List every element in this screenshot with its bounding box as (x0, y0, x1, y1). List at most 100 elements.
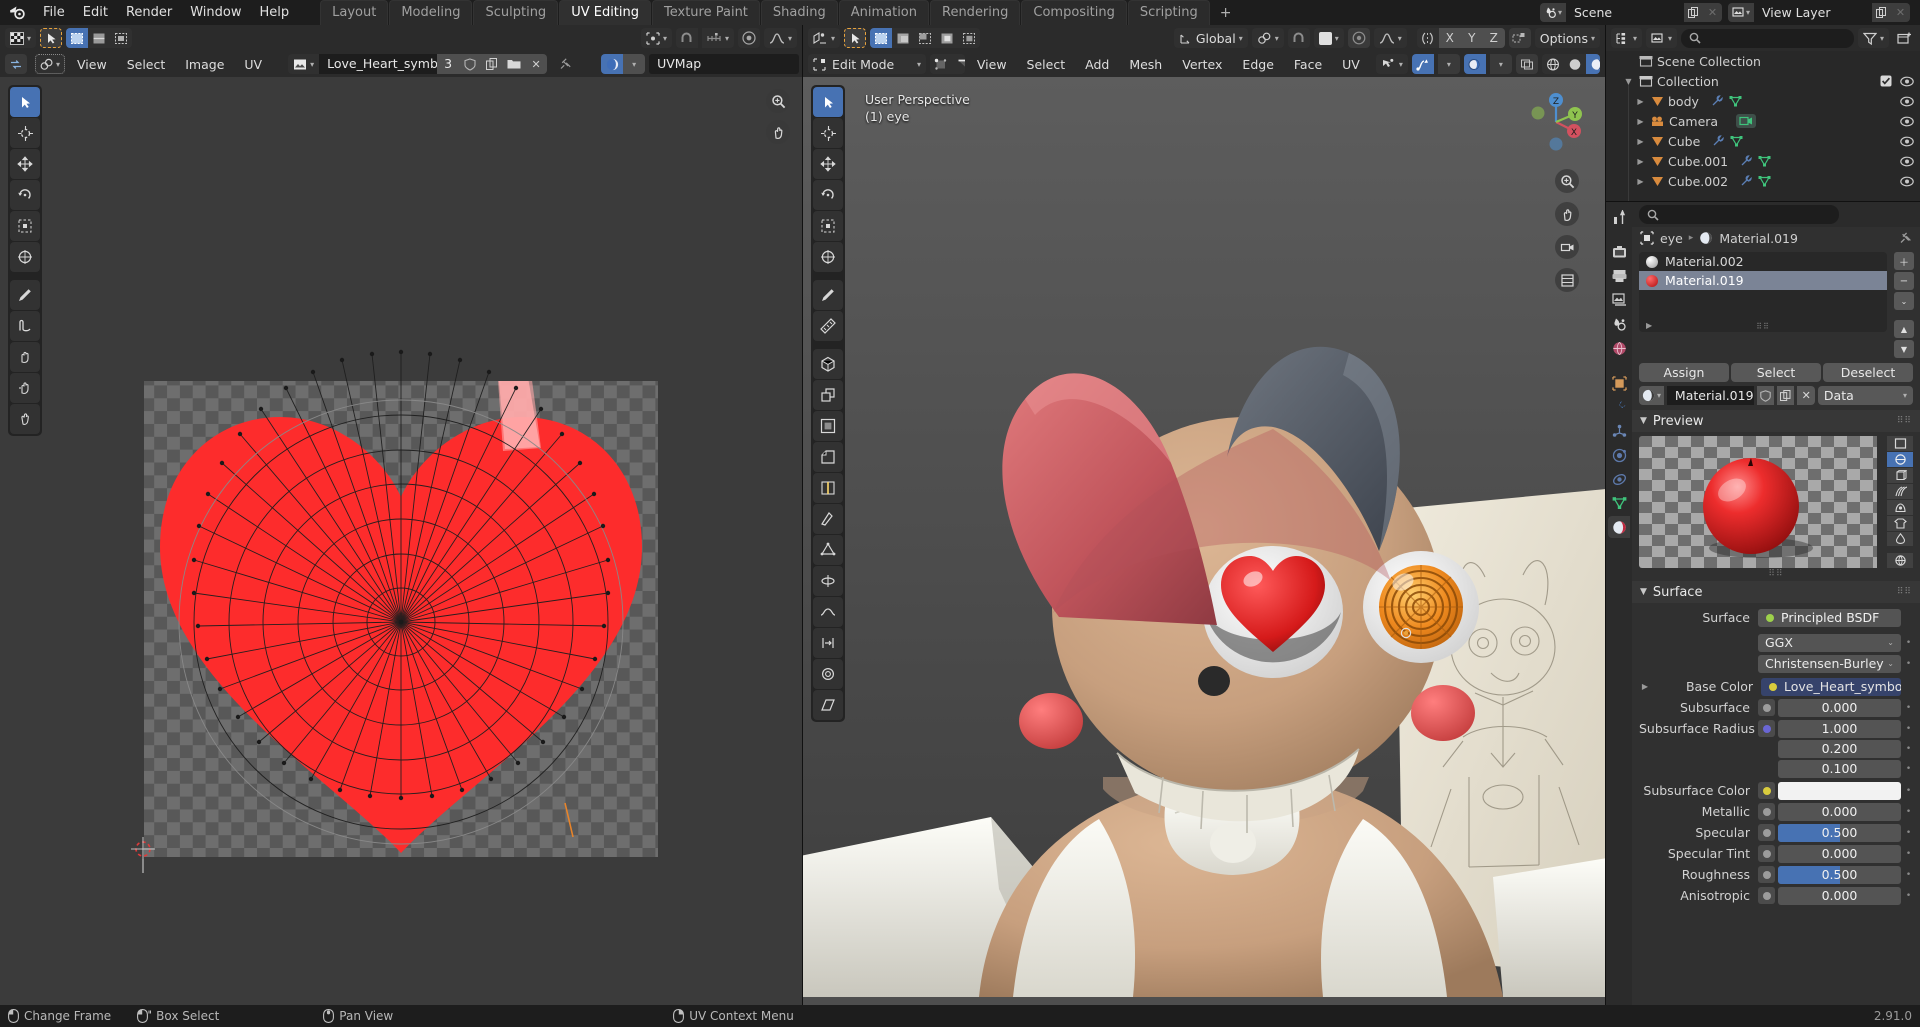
outliner-row-cube-001[interactable]: ▶ Cube.001 (1606, 151, 1920, 171)
zoom-region-icon[interactable] (766, 89, 790, 113)
slot-specials-expand-icon[interactable]: ▶ (1646, 321, 1652, 330)
menu-render[interactable]: Render (117, 3, 181, 22)
new-view-layer-button[interactable] (1872, 3, 1891, 22)
image-name-field[interactable]: Love_Heart_symbol.... (319, 54, 438, 74)
uv-snap-target-selector[interactable]: ▾ (701, 28, 734, 48)
scene-icon[interactable]: ▾ (1540, 3, 1566, 22)
outliner-filter-button[interactable]: ▾ (1857, 28, 1889, 48)
menu-help[interactable]: Help (251, 3, 299, 22)
world-preview-icon[interactable] (1887, 553, 1913, 569)
viewport-menu-uv[interactable]: UV (1334, 55, 1368, 74)
mesh-edge-select-button[interactable] (952, 54, 965, 74)
new-scene-button[interactable] (1684, 3, 1703, 22)
vp-tool-scale[interactable] (813, 211, 843, 241)
viewport-snap-magnet-button[interactable] (1287, 28, 1310, 48)
mesh-data-icon[interactable] (1758, 155, 1771, 167)
mirror-axis-x[interactable]: X (1438, 28, 1461, 48)
vp-tool-smooth[interactable] (813, 597, 843, 627)
workspace-tab-modeling[interactable]: Modeling (389, 0, 473, 25)
material-link-dropdown[interactable]: Data ▾ (1817, 386, 1913, 405)
specular-slider[interactable]: 0.500 (1778, 823, 1901, 842)
select-intersect-button[interactable] (958, 28, 981, 48)
flat-preview-icon[interactable] (1887, 436, 1913, 451)
pan-icon[interactable] (1555, 202, 1579, 226)
delete-view-layer-button[interactable]: ✕ (1891, 3, 1910, 22)
vp-tool-spin[interactable] (813, 566, 843, 596)
new-collection-icon[interactable] (1893, 28, 1915, 48)
vp-tool-tweak[interactable] (813, 87, 843, 117)
mesh-data-icon[interactable] (1729, 95, 1742, 107)
specular-socket[interactable] (1758, 824, 1775, 841)
grip-icon[interactable]: ⠿⠿ (1897, 416, 1912, 426)
subsurface-method-dropdown[interactable]: Christensen-Burley ⌄ (1758, 654, 1901, 673)
add-material-slot-button[interactable]: ＋ (1894, 252, 1914, 270)
uv-mirror-icon[interactable] (1508, 28, 1531, 48)
material-slot-list[interactable]: Material.002 Material.019 ▶ ⠿⠿ (1639, 252, 1887, 332)
uv-menu-uv[interactable]: UV (236, 55, 270, 74)
uvmap-dropdown-button[interactable]: ▾ (623, 54, 646, 74)
image-browse-button[interactable]: ▾ (288, 54, 320, 74)
pan-view-icon[interactable] (766, 120, 790, 144)
modifier-icon[interactable] (1711, 95, 1724, 107)
viewport-tweak-mode-button[interactable] (844, 28, 867, 48)
vp-tool-edge-slide[interactable] (813, 628, 843, 658)
uv-vertex-select-button[interactable] (66, 28, 89, 48)
uv-canvas[interactable] (0, 77, 802, 1005)
vp-tool-loop-cut[interactable] (813, 473, 843, 503)
material-fake-user-button[interactable] (1756, 386, 1774, 405)
blender-logo-icon[interactable] (6, 3, 28, 23)
mesh-data-icon[interactable] (1730, 135, 1743, 147)
animate-dot[interactable]: • (1904, 849, 1913, 859)
workspace-tab-animation[interactable]: Animation (838, 0, 929, 25)
pin-icon[interactable] (1898, 231, 1912, 245)
workspace-tab-compositing[interactable]: Compositing (1021, 0, 1127, 25)
uv-tool-transform[interactable] (10, 242, 40, 272)
material-name-field[interactable]: Material.019 (1666, 386, 1754, 405)
show-overlays-button[interactable] (1463, 54, 1486, 74)
tab-material-properties[interactable] (1608, 516, 1630, 538)
animate-dot[interactable]: • (1904, 744, 1913, 754)
eye-icon[interactable] (1900, 76, 1914, 87)
viewport-pivot-selector[interactable]: ▾ (1251, 28, 1284, 48)
roughness-socket[interactable] (1758, 866, 1775, 883)
select-extend-button[interactable] (892, 28, 915, 48)
vp-tool-extrude-region[interactable] (813, 380, 843, 410)
subsurface-radius-z-field[interactable]: 0.100 (1778, 759, 1901, 778)
gizmo-options-dropdown[interactable]: ▾ (1437, 54, 1460, 74)
vp-tool-inset-faces[interactable] (813, 411, 843, 441)
properties-search-input[interactable] (1639, 205, 1839, 224)
animate-dot[interactable]: • (1904, 659, 1913, 669)
animate-dot[interactable]: • (1904, 724, 1913, 734)
view-layer-selector[interactable]: ▾ View Layer ✕ (1728, 3, 1910, 22)
vp-tool-transform[interactable] (813, 242, 843, 272)
viewport-mode-selector[interactable]: Edit Mode ▾ (808, 54, 926, 74)
overlay-options-dropdown[interactable]: ▾ (1489, 54, 1512, 74)
workspace-tab-rendering[interactable]: Rendering (930, 0, 1021, 25)
subsurface-socket[interactable] (1758, 699, 1775, 716)
outliner-editor-type-selector[interactable]: ▾ (1611, 28, 1643, 48)
viewport-menu-add[interactable]: Add (1077, 55, 1117, 74)
uvmap-name-field[interactable]: UVMap (649, 54, 800, 74)
select-subtract-button[interactable] (914, 28, 937, 48)
select-button[interactable]: Select (1731, 363, 1821, 382)
uv-tool-move[interactable] (10, 149, 40, 179)
subsurface-color-swatch[interactable] (1778, 781, 1901, 800)
toggle-ortho-icon[interactable] (1555, 268, 1579, 292)
shading-solid-button[interactable] (1563, 54, 1586, 74)
outliner-search-input[interactable] (1681, 28, 1854, 48)
tab-particle-properties[interactable] (1608, 420, 1630, 442)
tab-physics-properties[interactable] (1608, 444, 1630, 466)
mesh-vertex-select-button[interactable] (930, 54, 952, 74)
subsurface-radius-y-field[interactable]: 0.200 (1778, 739, 1901, 758)
image-new-button[interactable] (481, 54, 504, 74)
select-set-button[interactable] (870, 28, 893, 48)
vp-tool-poly-build[interactable] (813, 535, 843, 565)
viewport-falloff-curve-selector[interactable]: ▾ (1373, 28, 1407, 48)
metallic-socket[interactable] (1758, 803, 1775, 820)
workspace-tab-layout[interactable]: Layout (320, 0, 389, 25)
shading-material-preview-button[interactable] (1585, 54, 1600, 74)
material-preview-render[interactable] (1639, 436, 1884, 568)
viewport-falloff-button[interactable] (1347, 28, 1370, 48)
vp-tool-shear[interactable] (813, 690, 843, 720)
anisotropic-socket[interactable] (1758, 887, 1775, 904)
